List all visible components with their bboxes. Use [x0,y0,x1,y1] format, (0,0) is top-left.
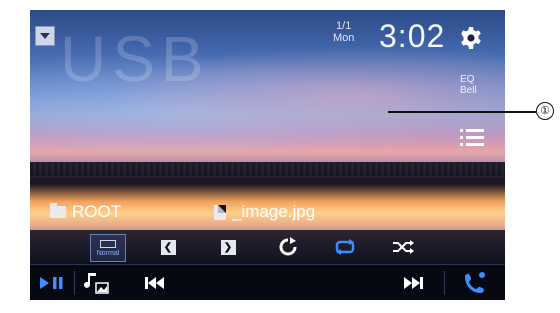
date-display: 1/1 Mon [333,20,354,44]
date-label: 1/1 [336,20,352,32]
previous-file-button[interactable]: ❮ [155,234,181,260]
next-file-button[interactable]: ❯ [215,234,241,260]
next-track-icon [404,277,423,289]
next-track-button[interactable] [398,271,428,295]
play-pause-icon [40,277,63,289]
separator [74,271,75,295]
image-toolbar: Normal ❮ ❯ [30,230,505,264]
eq-status: EQ Bell [460,74,477,96]
clock-time: 3:02 [379,18,446,54]
rotate-button[interactable] [275,234,301,260]
head-unit-screen: USB 1/1 Mon 3:02 EQ Bell ROOT _image.jpg… [30,10,505,300]
repeat-button[interactable] [332,234,358,260]
current-file: _image.jpg [214,202,315,222]
callout-line [388,111,536,113]
repeat-icon [335,239,355,255]
eq-label: EQ [460,74,475,85]
next-file-icon: ❯ [220,239,236,255]
shuffle-icon [393,240,414,254]
rotate-icon [279,237,297,256]
previous-track-button[interactable] [140,271,170,295]
photo-treeline [30,162,505,176]
aspect-icon [100,239,116,248]
display-mode-button[interactable]: Normal [90,234,126,262]
folder-name: ROOT [72,202,122,221]
media-switch-button[interactable] [82,271,112,295]
display-mode-label: Normal [96,249,120,257]
list-icon[interactable] [460,128,484,148]
media-switch-icon [84,273,109,294]
folder-icon [50,203,66,218]
folder-path[interactable]: ROOT [50,202,121,222]
file-name: _image.jpg [232,202,316,221]
phone-icon [465,272,485,293]
separator [444,271,445,295]
previous-file-icon: ❮ [160,239,176,255]
source-watermark: USB [60,23,210,95]
day-label: Mon [333,32,355,44]
eq-sub-label: Bell [460,85,477,96]
play-pause-button[interactable] [36,271,70,295]
callout-number: ① [536,102,554,120]
file-icon [214,204,226,220]
shuffle-button[interactable] [390,234,416,260]
gear-icon[interactable] [459,26,483,50]
chevron-down-icon[interactable] [35,26,55,46]
phone-button[interactable] [458,271,492,295]
bottom-control-bar [30,264,505,300]
previous-track-icon [145,277,164,289]
